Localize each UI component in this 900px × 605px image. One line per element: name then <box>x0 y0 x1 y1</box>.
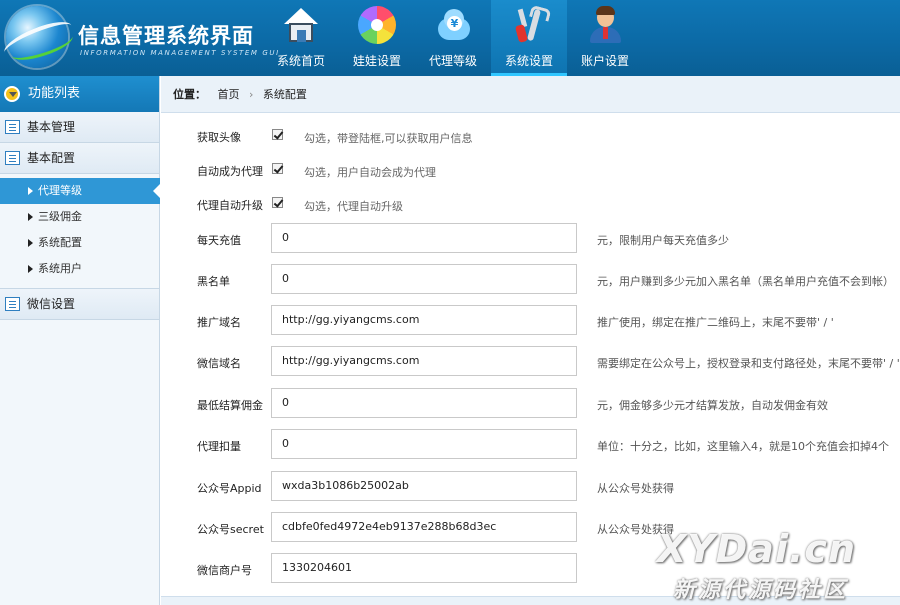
sidebar-item-agent-level[interactable]: 代理等级 <box>0 178 160 204</box>
merchant-id-input[interactable]: 1330204601 <box>271 553 577 583</box>
sidebar-group-wechat-settings[interactable]: 微信设置 <box>0 289 159 320</box>
sidebar-group-label: 基本管理 <box>27 120 76 134</box>
breadcrumb-separator-icon: › <box>249 88 254 101</box>
agent-auto-upgrade-checkbox[interactable] <box>272 197 283 208</box>
min-settlement-input[interactable]: 0 <box>271 388 577 418</box>
nav-account-settings[interactable]: 账户设置 <box>567 0 643 76</box>
field-hint: 从公众号处获得 <box>597 482 674 495</box>
appid-input[interactable]: wxda3b1086b25002ab <box>271 471 577 501</box>
wechat-domain-input[interactable]: http://gg.yiyangcms.com <box>271 346 577 376</box>
watermark-site: XYDai.cn <box>656 527 856 571</box>
sidebar-group-label: 基本配置 <box>27 151 76 165</box>
list-icon <box>5 151 20 165</box>
sidebar-submenu: 代理等级 三级佣金 系统配置 系统用户 <box>0 174 160 289</box>
field-hint: 勾选，带登陆框,可以获取用户信息 <box>304 132 473 145</box>
nav-label: 账户设置 <box>580 54 629 68</box>
sidebar-title-label: 功能列表 <box>28 86 81 101</box>
blacklist-input[interactable]: 0 <box>271 264 577 294</box>
tools-icon <box>510 6 548 44</box>
nav-system-home[interactable]: 系统首页 <box>263 0 339 76</box>
breadcrumb-home-link[interactable]: 首页 <box>218 88 240 101</box>
field-label: 公众号Appid <box>197 482 262 495</box>
list-icon <box>5 297 20 311</box>
secret-input[interactable]: cdbfe0fed4972e4eb9137e288b68d3ec <box>271 512 577 542</box>
field-hint: 勾选，用户自动会成为代理 <box>304 166 436 179</box>
field-hint: 元，限制用户每天充值多少 <box>597 234 729 247</box>
breadcrumb-label: 位置： <box>173 88 206 101</box>
nav-agent-level[interactable]: ¥ 代理等级 <box>415 0 491 76</box>
sidebar-item-system-users[interactable]: 系统用户 <box>0 256 159 282</box>
field-hint: 推广使用，绑定在推广二维码上，末尾不要带' / ' <box>597 316 834 329</box>
collapse-arrow-icon <box>4 86 20 102</box>
field-label: 最低结算佣金 <box>197 399 263 412</box>
watermark-community: 新源代源码社区 <box>672 578 848 603</box>
field-label: 黑名单 <box>197 275 230 288</box>
promo-domain-input[interactable]: http://gg.yiyangcms.com <box>271 305 577 335</box>
field-label: 微信商户号 <box>197 564 252 577</box>
daily-recharge-input[interactable]: 0 <box>271 223 577 253</box>
auto-agent-checkbox[interactable] <box>272 163 283 174</box>
sidebar-group-label: 微信设置 <box>27 297 76 311</box>
sidebar-group-basic-management[interactable]: 基本管理 <box>0 112 159 143</box>
field-label: 代理自动升级 <box>197 199 263 212</box>
sidebar: 功能列表 基本管理 基本配置 代理等级 三级佣金 系统配置 系统用户 微信设置 <box>0 76 160 605</box>
home-icon <box>282 6 320 44</box>
field-label: 代理扣量 <box>197 440 241 453</box>
field-hint: 元，用户赚到多少元加入黑名单（黑名单用户充值不会到帐） <box>597 275 894 288</box>
app-subtitle: INFORMATION MANAGEMENT SYSTEM GUI <box>80 49 280 57</box>
nav-system-settings[interactable]: 系统设置 <box>491 0 567 76</box>
sidebar-item-system-config[interactable]: 系统配置 <box>0 230 159 256</box>
sidebar-item-three-level-commission[interactable]: 三级佣金 <box>0 204 159 230</box>
user-icon <box>586 6 624 44</box>
nav-label: 代理等级 <box>428 54 477 68</box>
sidebar-title[interactable]: 功能列表 <box>0 76 159 112</box>
field-label: 自动成为代理 <box>197 165 263 178</box>
app-header: 信息管理系统界面 INFORMATION MANAGEMENT SYSTEM G… <box>0 0 900 76</box>
app-title: 信息管理系统界面 <box>78 24 254 48</box>
list-icon <box>5 120 20 134</box>
field-hint: 元，佣金够多少元才结算发放，自动发佣金有效 <box>597 399 828 412</box>
sidebar-group-basic-config[interactable]: 基本配置 <box>0 143 159 174</box>
field-label: 微信域名 <box>197 357 241 370</box>
field-hint: 单位：十分之，比如，这里输入4，就是10个充值会扣掉4个 <box>597 440 889 453</box>
field-hint: 勾选，代理自动升级 <box>304 200 403 213</box>
field-label: 获取头像 <box>197 131 241 144</box>
cloud-yen-icon: ¥ <box>434 6 472 44</box>
field-label: 每天充值 <box>197 234 241 247</box>
agent-deduction-input[interactable]: 0 <box>271 429 577 459</box>
top-nav: 系统首页 娃娃设置 ¥ 代理等级 系统设置 账户设置 <box>263 0 643 76</box>
field-label: 推广域名 <box>197 316 241 329</box>
field-hint: 需要绑定在公众号上，授权登录和支付路径处，末尾不要带' / ' <box>597 357 900 370</box>
pinwheel-icon <box>358 6 396 44</box>
field-label: 公众号secret <box>197 523 264 536</box>
nav-doll-settings[interactable]: 娃娃设置 <box>339 0 415 76</box>
breadcrumb-current: 系统配置 <box>262 88 307 101</box>
nav-label: 系统首页 <box>276 54 325 68</box>
nav-label: 娃娃设置 <box>352 54 401 68</box>
breadcrumb: 位置： 首页 › 系统配置 <box>161 76 900 113</box>
get-avatar-checkbox[interactable] <box>272 129 283 140</box>
nav-label: 系统设置 <box>504 54 553 68</box>
